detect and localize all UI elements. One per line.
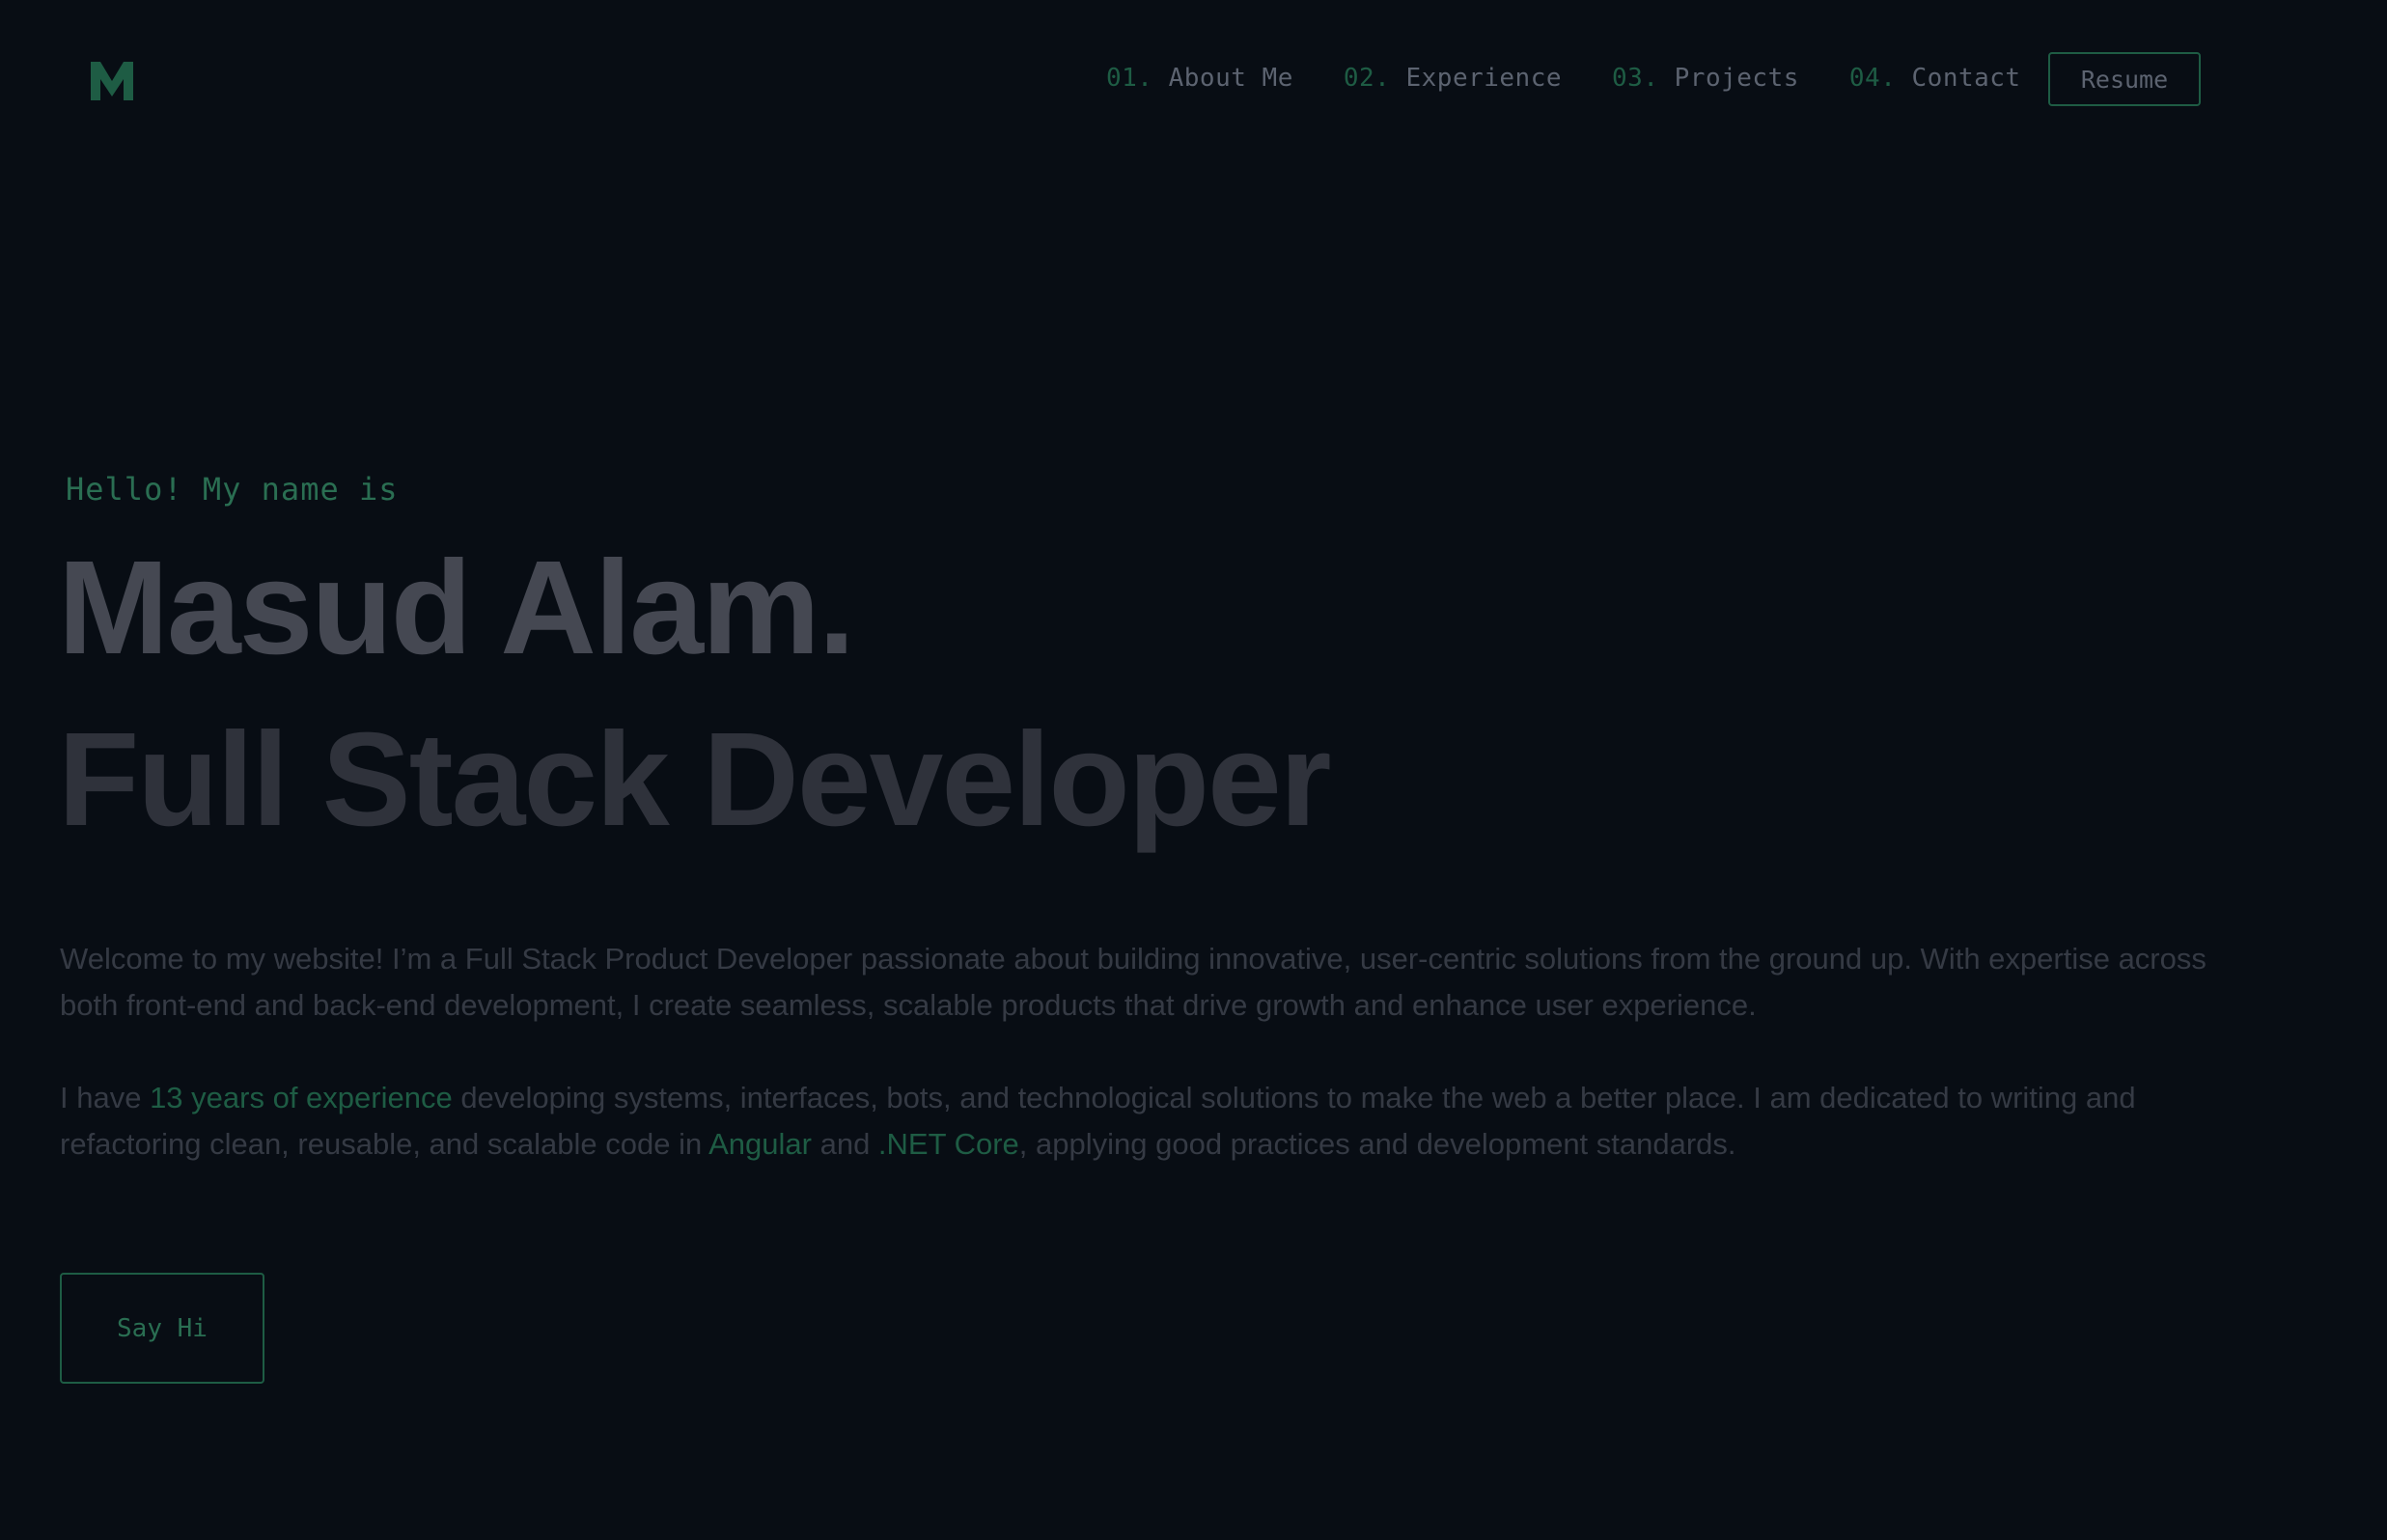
- paragraph-text: , applying good practices and developmen…: [1018, 1127, 1736, 1161]
- nav-link-projects[interactable]: 03. Projects: [1612, 64, 1799, 93]
- nav-links: 01. About Me 02. Experience 03. Projects…: [1106, 64, 2021, 93]
- nav-link-number: 04.: [1848, 64, 1897, 93]
- paragraph-text: I have: [60, 1081, 151, 1114]
- hero-intro-paragraph: Welcome to my website! I’m a Full Stack …: [60, 942, 2207, 1022]
- nav-link-label: Experience: [1405, 64, 1563, 93]
- hero-greeting: Hello! My name is: [66, 471, 399, 508]
- nav-link-label: Projects: [1674, 64, 1799, 93]
- highlight-dotnet-core: .NET Core: [877, 1127, 1019, 1161]
- nav-link-number: 03.: [1612, 64, 1659, 93]
- hero-experience-paragraph: I have 13 years of experience developing…: [60, 1075, 2222, 1168]
- nav-link-label: About Me: [1168, 64, 1293, 93]
- hero-role: Full Stack Developer: [58, 705, 1331, 854]
- highlight-angular: Angular: [708, 1127, 812, 1161]
- nav-link-number: 01.: [1106, 64, 1153, 93]
- paragraph-text: and: [811, 1127, 878, 1161]
- nav-link-number: 02.: [1343, 64, 1391, 93]
- nav-link-about[interactable]: 01. About Me: [1106, 64, 1293, 93]
- say-hi-button[interactable]: Say Hi: [60, 1273, 264, 1384]
- nav-link-experience[interactable]: 02. Experience: [1344, 64, 1562, 93]
- nav-link-label: Contact: [1911, 64, 2021, 93]
- nav-link-contact[interactable]: 04. Contact: [1849, 64, 2021, 93]
- highlight-experience: 13 years of experience: [150, 1081, 453, 1114]
- resume-button[interactable]: Resume: [2048, 52, 2201, 106]
- hero-name: Masud Alam.: [58, 534, 855, 682]
- main-nav: 01. About Me 02. Experience 03. Projects…: [0, 52, 2387, 110]
